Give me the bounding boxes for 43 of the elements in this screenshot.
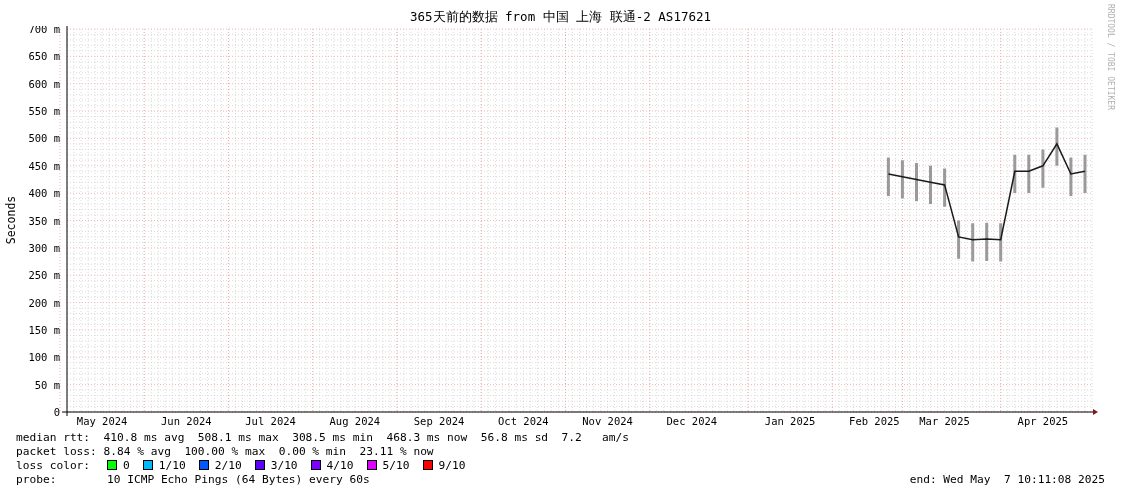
x-tick-label: Nov 2024 — [582, 415, 633, 427]
x-tick-label: Apr 2025 — [1017, 415, 1069, 427]
y-tick-label: 350 m — [28, 214, 60, 227]
x-tick-label: Dec 2024 — [666, 415, 718, 427]
chart-title: 365天前的数据 from 中国 上海 联通-2 AS17621 — [409, 9, 711, 26]
x-tick-label: Jul 2024 — [245, 415, 296, 427]
loss-color-value: 1/10 — [158, 458, 186, 472]
y-tick-label: 200 m — [28, 296, 60, 309]
median-rtt-stats: median rtt: 410.8 ms avg 508.1 ms max 308.5 ms min 468.3 ms now 56.8 ms sd 7.2 am/s — [16, 430, 629, 444]
y-tick-label: 450 m — [28, 159, 60, 172]
probe-label: probe: — [16, 472, 58, 486]
loss-color-value: 0 — [123, 458, 130, 472]
loss-color-value: 3/10 — [270, 458, 298, 472]
y-tick-label: 500 m — [28, 132, 60, 145]
x-tick-label: Oct 2024 — [498, 415, 549, 427]
loss-color-value: 5/10 — [382, 458, 410, 472]
x-tick-label: Jun 2024 — [161, 415, 212, 427]
x-tick-label: Feb 2025 — [849, 415, 900, 427]
x-tick-label: Aug 2024 — [329, 415, 381, 427]
y-tick-label: 150 m — [28, 323, 60, 336]
end-time: end: Wed May 7 10:11:08 2025 — [909, 472, 1105, 486]
y-tick-label: 700 m — [28, 26, 60, 35]
probe-description: 10 ICMP Echo Pings (64 Bytes) every 60s — [107, 472, 370, 486]
y-tick-label: 0 — [53, 406, 60, 418]
y-tick-label: 300 m — [28, 241, 60, 254]
loss-color-value: 4/10 — [326, 458, 354, 472]
loss-color-value: 9/10 — [438, 458, 466, 472]
y-tick-label: 600 m — [28, 77, 60, 90]
loss-color-value: 2/10 — [214, 458, 242, 472]
packet-loss-stats: packet loss: 8.84 % avg 100.00 % max 0.00 % min 23.11 % now — [16, 444, 434, 458]
x-tick-label: May 2024 — [76, 415, 128, 427]
y-tick-label: 50 m — [34, 378, 60, 391]
y-axis-label: Seconds — [4, 195, 18, 245]
y-tick-label: 250 m — [28, 269, 60, 282]
y-tick-label: 550 m — [28, 105, 60, 118]
x-tick-label: Mar 2025 — [919, 415, 970, 427]
y-tick-label: 650 m — [28, 50, 60, 63]
x-tick-label: Jan 2025 — [764, 415, 816, 427]
rrdtool-credit: RRDTOOL / TOBI OETIKER — [1106, 4, 1115, 110]
loss-color-label: loss color: — [16, 458, 92, 472]
y-tick-label: 100 m — [28, 351, 60, 364]
x-tick-label: Sep 2024 — [413, 415, 465, 427]
y-tick-label: 400 m — [28, 187, 60, 200]
